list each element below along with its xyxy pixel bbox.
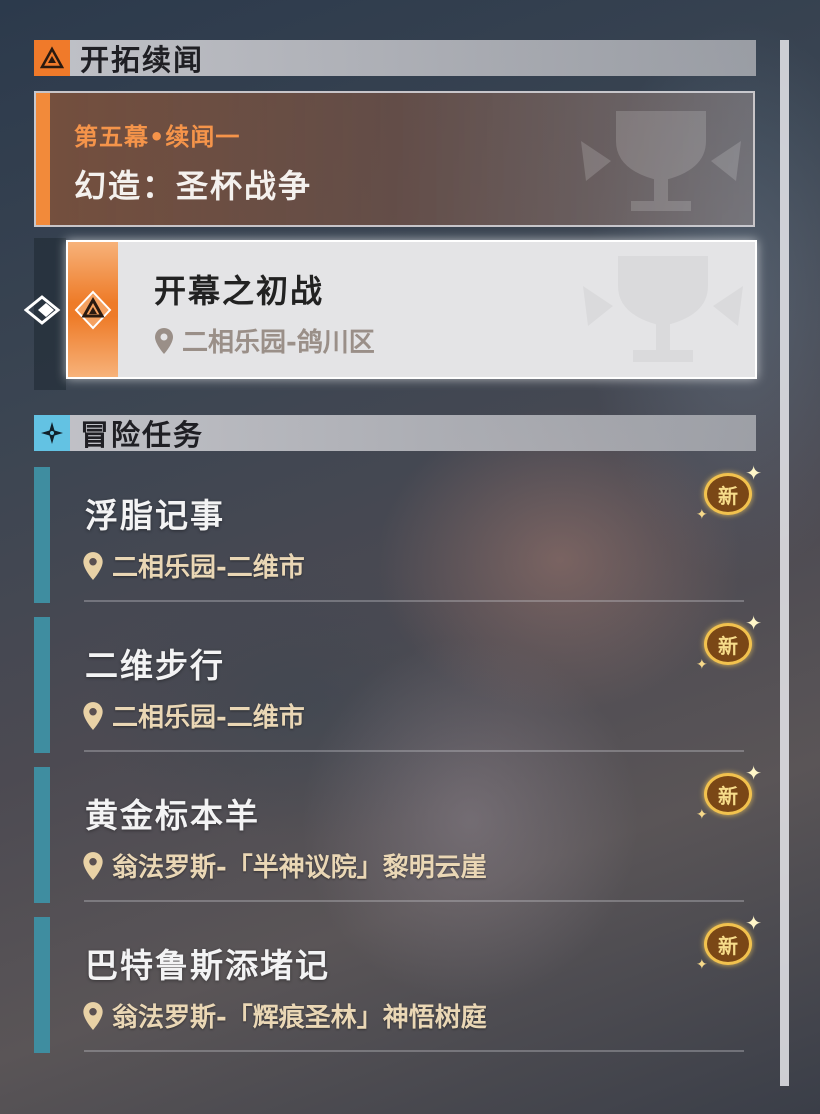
sparkle-icon: ✦: [696, 507, 708, 523]
selector-arrow-icon: [24, 295, 61, 325]
trailblaze-mission-icon: [74, 290, 112, 330]
section-title: 冒险任务: [80, 418, 205, 452]
trailblaze-triangle-icon: [34, 40, 70, 76]
quest-bar: [34, 767, 50, 903]
quest-item[interactable]: 巴特鲁斯添堵记 翁法罗斯-「辉痕圣林」神悟树庭 新 ✦ ✦: [34, 911, 762, 1053]
selected-mission-card[interactable]: 开幕之初战 二相乐园-鸽川区: [66, 240, 757, 379]
quest-location: 翁法罗斯-「半神议院」黎明云崖: [82, 847, 487, 884]
sparkle-icon: ✦: [745, 911, 762, 935]
sparkle-icon: ✦: [696, 657, 708, 673]
new-badge-icon: 新 ✦ ✦: [696, 611, 762, 673]
sparkle-icon: ✦: [696, 957, 708, 973]
divider: [84, 600, 744, 602]
quest-name: 二维步行: [85, 646, 225, 685]
quest-location-text: 翁法罗斯-「辉痕圣林」神悟树庭: [112, 1003, 487, 1033]
quest-name: 浮脂记事: [85, 496, 225, 535]
new-badge-icon: 新 ✦ ✦: [696, 461, 762, 523]
quest-location: 二相乐园-二维市: [82, 697, 305, 734]
quest-name: 黄金标本羊: [85, 796, 260, 835]
divider: [84, 750, 744, 752]
section-header-trailblaze: 开拓续闻: [34, 40, 756, 77]
chapter-card[interactable]: 第五幕•续闻一 幻造：圣杯战争: [34, 91, 755, 227]
quest-location-text: 翁法罗斯-「半神议院」黎明云崖: [112, 853, 487, 883]
sparkle-icon: ✦: [745, 461, 762, 485]
quest-item[interactable]: 黄金标本羊 翁法罗斯-「半神议院」黎明云崖 新 ✦ ✦: [34, 761, 762, 903]
quest-location: 二相乐园-二维市: [82, 547, 305, 584]
section-header-adventure: 冒险任务: [34, 415, 756, 452]
quest-location: 翁法罗斯-「辉痕圣林」神悟树庭: [82, 997, 487, 1034]
new-badge-icon: 新 ✦ ✦: [696, 911, 762, 973]
sparkle-icon: ✦: [745, 611, 762, 635]
chapter-accent-bar: [36, 93, 50, 225]
mission-location: 二相乐园-鸽川区: [154, 322, 375, 359]
divider: [84, 900, 744, 902]
divider: [84, 1050, 744, 1052]
grail-watermark-icon: [581, 111, 741, 211]
chapter-subtitle: 第五幕•续闻一: [74, 123, 241, 151]
quest-bar: [34, 917, 50, 1053]
location-pin-icon: [83, 701, 103, 730]
quest-location-text: 二相乐园-二维市: [112, 553, 305, 583]
mission-location-text: 二相乐园-鸽川区: [182, 328, 375, 358]
chapter-name: 幻造：圣杯战争: [74, 167, 313, 205]
new-badge-icon: 新 ✦ ✦: [696, 761, 762, 823]
section-title: 开拓续闻: [80, 43, 205, 77]
sparkle-icon: ✦: [696, 807, 708, 823]
location-pin-icon: [83, 551, 103, 580]
location-pin-icon: [83, 1001, 103, 1030]
quest-bar: [34, 617, 50, 753]
mission-ribbon: [68, 242, 118, 377]
scrollbar[interactable]: [780, 40, 789, 1086]
quest-name: 巴特鲁斯添堵记: [85, 946, 330, 985]
quest-location-text: 二相乐园-二维市: [112, 703, 305, 733]
location-pin-icon: [155, 327, 173, 354]
quest-item[interactable]: 浮脂记事 二相乐园-二维市 新 ✦ ✦: [34, 461, 762, 603]
adventure-star-icon: [34, 415, 70, 451]
grail-watermark-icon: [583, 256, 743, 362]
mission-name: 开幕之初战: [154, 272, 325, 310]
location-pin-icon: [83, 851, 103, 880]
quest-bar: [34, 467, 50, 603]
sparkle-icon: ✦: [745, 761, 762, 785]
quest-item[interactable]: 二维步行 二相乐园-二维市 新 ✦ ✦: [34, 611, 762, 753]
